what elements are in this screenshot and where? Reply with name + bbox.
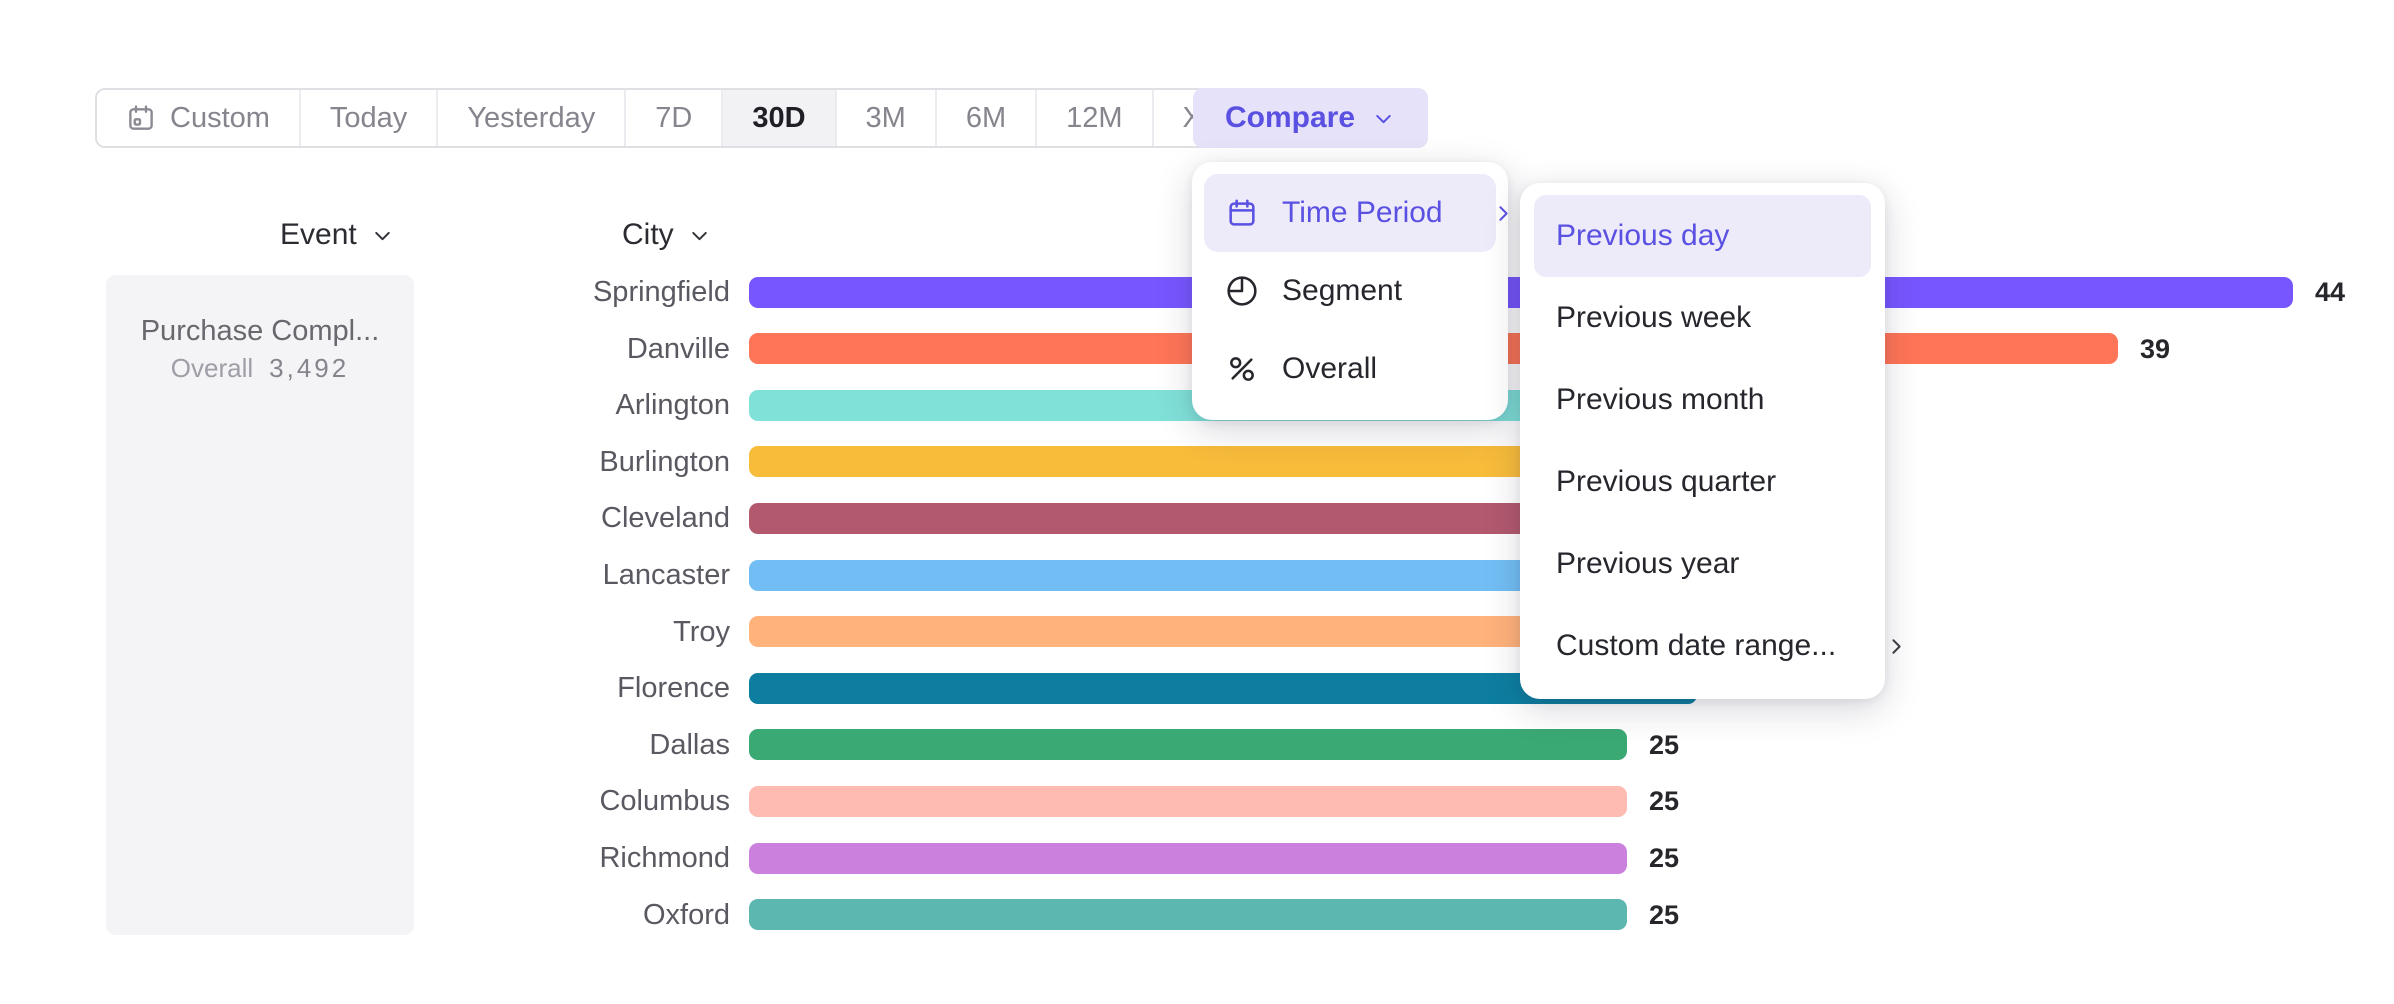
menu-item-label: Segment <box>1282 274 1402 308</box>
date-range-3m[interactable]: 3M <box>837 90 937 146</box>
overall-label: Overall <box>171 353 253 384</box>
event-legend-card[interactable]: Purchase Compl... Overall 3,492 <box>106 275 414 935</box>
calendar-icon <box>1226 197 1258 229</box>
bar-oxford[interactable] <box>749 899 1627 930</box>
compare-button-label: Compare <box>1225 101 1355 135</box>
date-range-control: CustomTodayYesterday7D30D3M6M12MXTD <box>95 88 1311 148</box>
calendar-icon <box>126 103 156 133</box>
date-range-6m[interactable]: 6M <box>937 90 1037 146</box>
submenu-item-custom-date-range-[interactable]: Custom date range... <box>1534 605 1871 687</box>
submenu-item-previous-year[interactable]: Previous year <box>1534 523 1871 605</box>
submenu-item-previous-week[interactable]: Previous week <box>1534 277 1871 359</box>
date-range-label: 3M <box>866 102 906 135</box>
submenu-item-label: Previous day <box>1556 219 1729 253</box>
bar-dallas[interactable] <box>749 729 1627 760</box>
bar-value-columbus: 25 <box>1649 784 1679 818</box>
bar-label-arlington: Arlington <box>380 387 730 423</box>
chevron-right-icon <box>1884 634 1909 659</box>
bar-label-troy: Troy <box>380 614 730 650</box>
event-header-label: Event <box>280 218 357 252</box>
bar-value-dallas: 25 <box>1649 728 1679 762</box>
submenu-item-previous-quarter[interactable]: Previous quarter <box>1534 441 1871 523</box>
menu-item-label: Overall <box>1282 352 1377 386</box>
event-overall-row: Overall 3,492 <box>106 353 414 384</box>
compare-menu-item-overall[interactable]: Overall <box>1204 330 1496 408</box>
compare-menu-item-segment[interactable]: Segment <box>1204 252 1496 330</box>
bar-label-burlington: Burlington <box>380 444 730 480</box>
bar-label-richmond: Richmond <box>380 840 730 876</box>
date-range-7d[interactable]: 7D <box>626 90 723 146</box>
city-header-label: City <box>622 218 674 252</box>
submenu-item-label: Previous week <box>1556 301 1751 335</box>
bar-value-oxford: 25 <box>1649 898 1679 932</box>
chevron-down-icon <box>1371 106 1396 131</box>
date-range-label: Yesterday <box>467 102 595 135</box>
insights-canvas: CustomTodayYesterday7D30D3M6M12MXTD Comp… <box>0 0 2394 1004</box>
bar-label-oxford: Oxford <box>380 897 730 933</box>
date-range-label: 12M <box>1066 102 1122 135</box>
date-range-custom[interactable]: Custom <box>97 90 301 146</box>
date-range-label: Today <box>330 102 407 135</box>
date-range-12m[interactable]: 12M <box>1037 90 1153 146</box>
compare-menu-item-time-period[interactable]: Time Period <box>1204 174 1496 252</box>
date-range-label: Custom <box>170 102 270 135</box>
submenu-item-label: Custom date range... <box>1556 629 1836 663</box>
bar-label-florence: Florence <box>380 670 730 706</box>
bar-label-springfield: Springfield <box>380 274 730 310</box>
bar-value-danville: 39 <box>2140 332 2170 366</box>
date-range-label: 6M <box>966 102 1006 135</box>
date-range-30d[interactable]: 30D <box>723 90 836 146</box>
chevron-down-icon <box>370 223 395 248</box>
event-name: Purchase Compl... <box>106 311 414 351</box>
bar-richmond[interactable] <box>749 843 1627 874</box>
event-column-header[interactable]: Event <box>280 215 395 255</box>
date-range-label: 7D <box>655 102 692 135</box>
overall-value: 3,492 <box>269 353 349 384</box>
compare-button[interactable]: Compare <box>1193 88 1428 148</box>
menu-item-label: Time Period <box>1282 196 1443 230</box>
bar-columbus[interactable] <box>749 786 1627 817</box>
chevron-right-icon <box>1491 201 1516 226</box>
bar-label-cleveland: Cleveland <box>380 500 730 536</box>
city-column-header[interactable]: City <box>622 215 712 255</box>
date-range-yesterday[interactable]: Yesterday <box>438 90 626 146</box>
submenu-item-label: Previous year <box>1556 547 1739 581</box>
compare-menu: Time Period Segment Overall <box>1192 162 1508 420</box>
submenu-item-previous-month[interactable]: Previous month <box>1534 359 1871 441</box>
segment-icon <box>1226 275 1258 307</box>
submenu-item-label: Previous month <box>1556 383 1764 417</box>
date-range-label: 30D <box>752 102 805 135</box>
time-period-submenu: Previous day Previous week Previous month P… <box>1520 183 1885 699</box>
submenu-item-label: Previous quarter <box>1556 465 1776 499</box>
bar-value-richmond: 25 <box>1649 841 1679 875</box>
bar-label-columbus: Columbus <box>380 783 730 819</box>
bar-value-springfield: 44 <box>2315 275 2345 309</box>
bar-label-lancaster: Lancaster <box>380 557 730 593</box>
chevron-down-icon <box>687 223 712 248</box>
date-range-today[interactable]: Today <box>301 90 438 146</box>
percent-icon <box>1226 353 1258 385</box>
submenu-item-previous-day[interactable]: Previous day <box>1534 195 1871 277</box>
bar-label-dallas: Dallas <box>380 727 730 763</box>
bar-label-danville: Danville <box>380 331 730 367</box>
